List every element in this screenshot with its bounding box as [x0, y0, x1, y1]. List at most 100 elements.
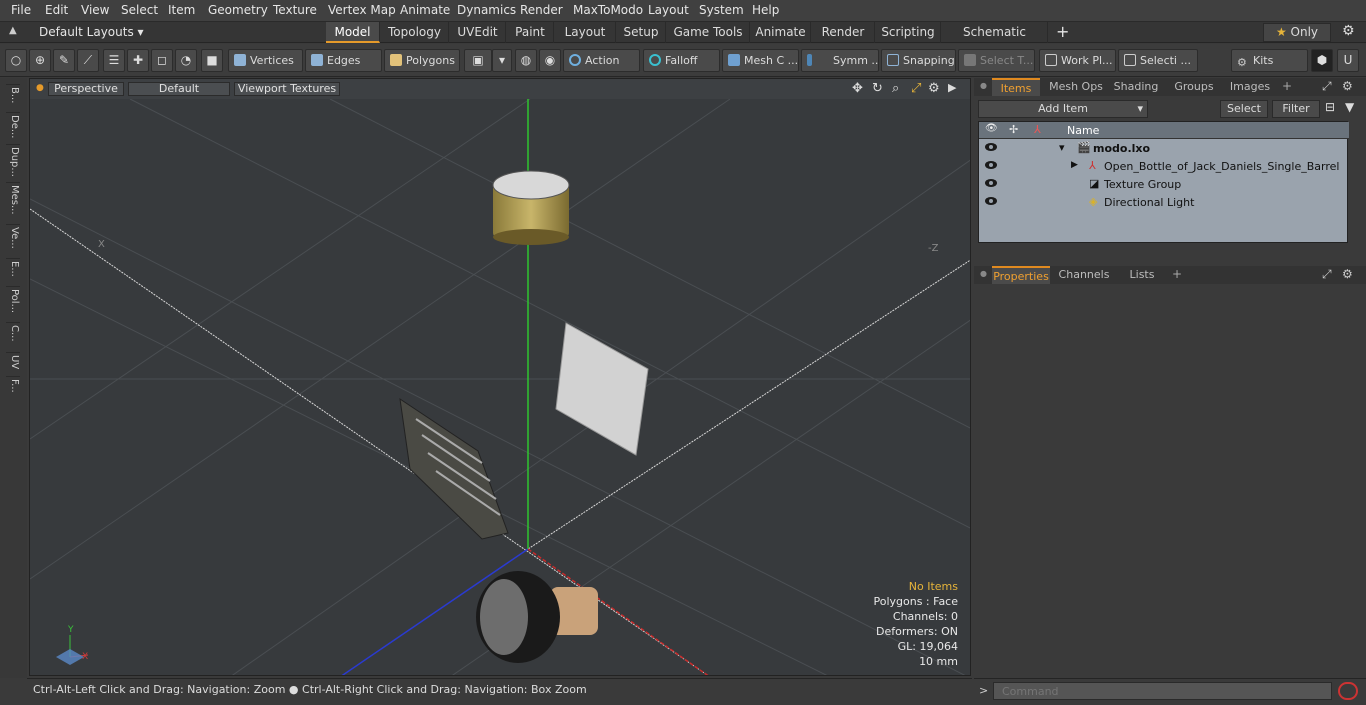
tab-uvedit[interactable]: UVEdit — [450, 22, 506, 43]
edges-button[interactable]: Edges — [305, 49, 382, 72]
brush-icon[interactable]: ⟋ — [77, 49, 99, 72]
menu-render[interactable]: Render — [520, 3, 563, 17]
tab-animate[interactable]: Animate — [751, 22, 811, 43]
chevron-down-icon[interactable]: ▾ — [492, 49, 512, 72]
add-panel-icon[interactable]: + — [1282, 79, 1292, 93]
item-mode-icon[interactable]: ▣ — [464, 49, 492, 72]
cube-icon[interactable]: ⬢ — [1311, 49, 1333, 72]
gear-icon[interactable]: ⚙ — [1342, 23, 1355, 39]
visibility-eye-icon[interactable] — [985, 179, 997, 187]
lock-header-icon[interactable]: ✢ — [1009, 123, 1018, 136]
maximize-icon[interactable]: ⤢ — [1322, 79, 1332, 94]
tab-lists[interactable]: Lists — [1118, 266, 1166, 284]
selection-sets-button[interactable]: Selecti ... — [1118, 49, 1198, 72]
unreal-icon[interactable]: U — [1337, 49, 1359, 72]
kits-button[interactable]: ⚙ Kits — [1231, 49, 1308, 72]
solid-cube-icon[interactable]: ■ — [201, 49, 223, 72]
menu-maxtomodo[interactable]: MaxToModo — [573, 3, 643, 17]
command-input[interactable] — [993, 682, 1332, 700]
tab-layout[interactable]: Layout — [555, 22, 616, 43]
panel-gear-icon[interactable]: ⚙ — [1342, 267, 1353, 281]
left-tab-basic[interactable]: B... — [6, 84, 20, 103]
left-tab-mesh[interactable]: Mes... — [6, 182, 20, 215]
tab-schematic-fusion[interactable]: Schematic Fusion — [942, 22, 1048, 59]
tab-game-tools[interactable]: Game Tools — [667, 22, 750, 43]
expand-right-icon[interactable]: ▶ — [948, 81, 956, 94]
tab-mesh-ops[interactable]: Mesh Ops — [1044, 78, 1108, 96]
maximize-icon[interactable]: ⤢ — [1322, 267, 1332, 282]
left-tab-uv[interactable]: UV — [6, 352, 20, 369]
menu-dynamics[interactable]: Dynamics — [457, 3, 516, 17]
panel-gear-icon[interactable]: ⚙ — [1342, 79, 1353, 93]
menu-select[interactable]: Select — [121, 3, 158, 17]
left-tab-duplicate[interactable]: Dup... — [6, 144, 20, 177]
viewport-textures-dropdown[interactable]: Viewport Textures — [234, 82, 340, 96]
menu-file[interactable]: File — [11, 3, 31, 17]
tab-items[interactable]: Items — [992, 78, 1040, 96]
tab-topology[interactable]: Topology — [381, 22, 449, 43]
fit-icon[interactable]: ⤢ — [911, 81, 921, 96]
menu-layout[interactable]: Layout — [648, 3, 689, 17]
panel-dot-icon[interactable]: ● — [980, 269, 987, 278]
list-item[interactable]: ▾ 🎬 modo.lxo — [979, 140, 1349, 158]
collapse-up-icon[interactable]: ▲ — [9, 25, 17, 36]
visibility-eye-icon[interactable] — [985, 143, 997, 151]
center-icon[interactable]: ✚ — [127, 49, 149, 72]
tab-model[interactable]: Model — [326, 22, 380, 43]
only-toggle[interactable]: ★ Only — [1263, 23, 1331, 42]
tab-render[interactable]: Render — [812, 22, 875, 43]
circle-select-icon[interactable]: ○ — [5, 49, 27, 72]
collapse-icon[interactable]: ⊟ — [1325, 100, 1335, 114]
viewport-gear-icon[interactable]: ⚙ — [928, 81, 940, 96]
expand-icon[interactable]: ▶ — [1071, 160, 1078, 170]
left-tab-deform[interactable]: De... — [6, 112, 20, 138]
tab-images[interactable]: Images — [1224, 78, 1276, 96]
menu-animate[interactable]: Animate — [400, 3, 450, 17]
square-target-icon[interactable]: ◻ — [151, 49, 173, 72]
menu-edit[interactable]: Edit — [45, 3, 68, 17]
left-tab-edge[interactable]: E... — [6, 258, 20, 277]
snapping-button[interactable]: Snapping — [881, 49, 956, 72]
left-tab-fusion[interactable]: F... — [6, 376, 20, 393]
select-through-button[interactable]: Select T... — [958, 49, 1035, 72]
type-header-icon[interactable]: ⅄ — [1034, 123, 1041, 136]
mesh-constraint-button[interactable]: Mesh C ... — [722, 49, 799, 72]
tab-scripting[interactable]: Scripting — [876, 22, 941, 43]
globe-icon[interactable]: ⊕ — [29, 49, 51, 72]
align-icon[interactable]: ☰ — [103, 49, 125, 72]
viewport-dot-icon[interactable]: ● — [36, 83, 44, 93]
zoom-icon[interactable]: ⌕ — [892, 81, 899, 96]
filter-button[interactable]: Filter — [1272, 100, 1320, 118]
perspective-dropdown[interactable]: Perspective — [48, 82, 124, 96]
bottle-cap-object[interactable] — [492, 170, 570, 245]
record-icon[interactable] — [1338, 682, 1358, 700]
visibility-header-icon[interactable]: 👁 — [985, 123, 998, 134]
menu-texture[interactable]: Texture — [273, 3, 317, 17]
tab-properties[interactable]: Properties — [992, 266, 1050, 284]
list-item[interactable]: ▶ ⅄ Open_Bottle_of_Jack_Daniels_Single_B… — [979, 158, 1349, 176]
panel-dot-icon[interactable]: ● — [980, 81, 987, 90]
material-icon[interactable]: ◍ — [515, 49, 537, 72]
shader-icon[interactable]: ◉ — [539, 49, 561, 72]
add-item-dropdown[interactable]: Add Item ▾ — [978, 100, 1148, 118]
falloff-button[interactable]: Falloff — [643, 49, 720, 72]
menu-view[interactable]: View — [81, 3, 109, 17]
work-plane-button[interactable]: Work Pl... — [1039, 49, 1116, 72]
menu-item[interactable]: Item — [168, 3, 195, 17]
label-plane-object[interactable] — [555, 322, 649, 456]
tab-setup[interactable]: Setup — [617, 22, 666, 43]
shading-default-dropdown[interactable]: Default — [128, 82, 230, 96]
symmetry-button[interactable]: Symm ... — [801, 49, 879, 72]
move-icon[interactable]: ✥ — [852, 81, 863, 96]
menu-system[interactable]: System — [699, 3, 744, 17]
left-tab-curve[interactable]: C... — [6, 322, 20, 342]
menu-help[interactable]: Help — [752, 3, 779, 17]
tab-channels[interactable]: Channels — [1054, 266, 1114, 284]
tab-shading[interactable]: Shading — [1110, 78, 1162, 96]
tab-groups[interactable]: Groups — [1166, 78, 1222, 96]
3d-viewport[interactable]: X -Z Y X ● Perspective Default Viewport … — [29, 78, 971, 676]
vertices-button[interactable]: Vertices — [228, 49, 303, 72]
funnel-icon[interactable]: ▼ — [1345, 100, 1354, 114]
tab-paint[interactable]: Paint — [507, 22, 554, 43]
expand-icon[interactable]: ▾ — [1059, 141, 1065, 154]
